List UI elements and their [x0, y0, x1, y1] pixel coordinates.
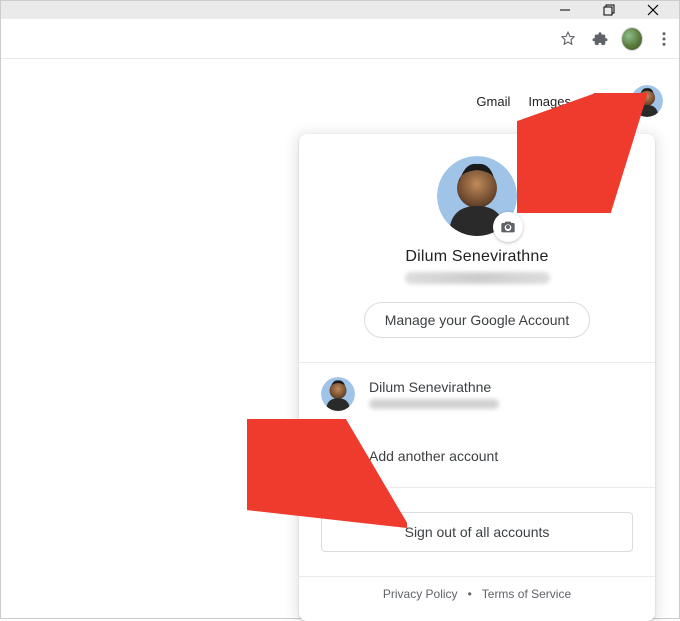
- primary-account-email-blurred: [405, 272, 550, 284]
- secondary-account-avatar: [321, 377, 355, 411]
- person-add-icon: [321, 439, 355, 473]
- browser-menu-icon[interactable]: [653, 28, 675, 50]
- images-link[interactable]: Images: [528, 94, 571, 109]
- minimize-button[interactable]: [543, 1, 587, 19]
- close-button[interactable]: [631, 1, 675, 19]
- legal-separator-dot: •: [468, 587, 472, 601]
- browser-profile-chip[interactable]: [621, 28, 643, 50]
- change-photo-button[interactable]: [493, 212, 523, 242]
- gmail-link[interactable]: Gmail: [476, 94, 510, 109]
- add-another-account-label: Add another account: [369, 448, 498, 464]
- terms-of-service-link[interactable]: Terms of Service: [482, 587, 571, 601]
- primary-account-name: Dilum Senevirathne: [405, 248, 548, 266]
- extensions-icon[interactable]: [589, 28, 611, 50]
- privacy-policy-link[interactable]: Privacy Policy: [383, 587, 458, 601]
- bookmark-star-icon[interactable]: [557, 28, 579, 50]
- browser-toolbar: [1, 19, 679, 59]
- maximize-button[interactable]: [587, 1, 631, 19]
- secondary-account-item[interactable]: Dilum Senevirathne: [299, 363, 655, 425]
- secondary-account-email-blurred: [369, 399, 499, 409]
- google-header-row: Gmail Images: [476, 85, 663, 117]
- google-apps-icon[interactable]: [589, 89, 613, 113]
- manage-account-button[interactable]: Manage your Google Account: [364, 302, 590, 338]
- add-another-account-item[interactable]: Add another account: [299, 425, 655, 487]
- window-titlebar: [1, 1, 679, 19]
- secondary-account-name: Dilum Senevirathne: [369, 379, 499, 395]
- sign-out-all-button[interactable]: Sign out of all accounts: [321, 512, 633, 552]
- google-account-panel: Dilum Senevirathne Manage your Google Ac…: [299, 134, 655, 621]
- account-avatar[interactable]: [631, 85, 663, 117]
